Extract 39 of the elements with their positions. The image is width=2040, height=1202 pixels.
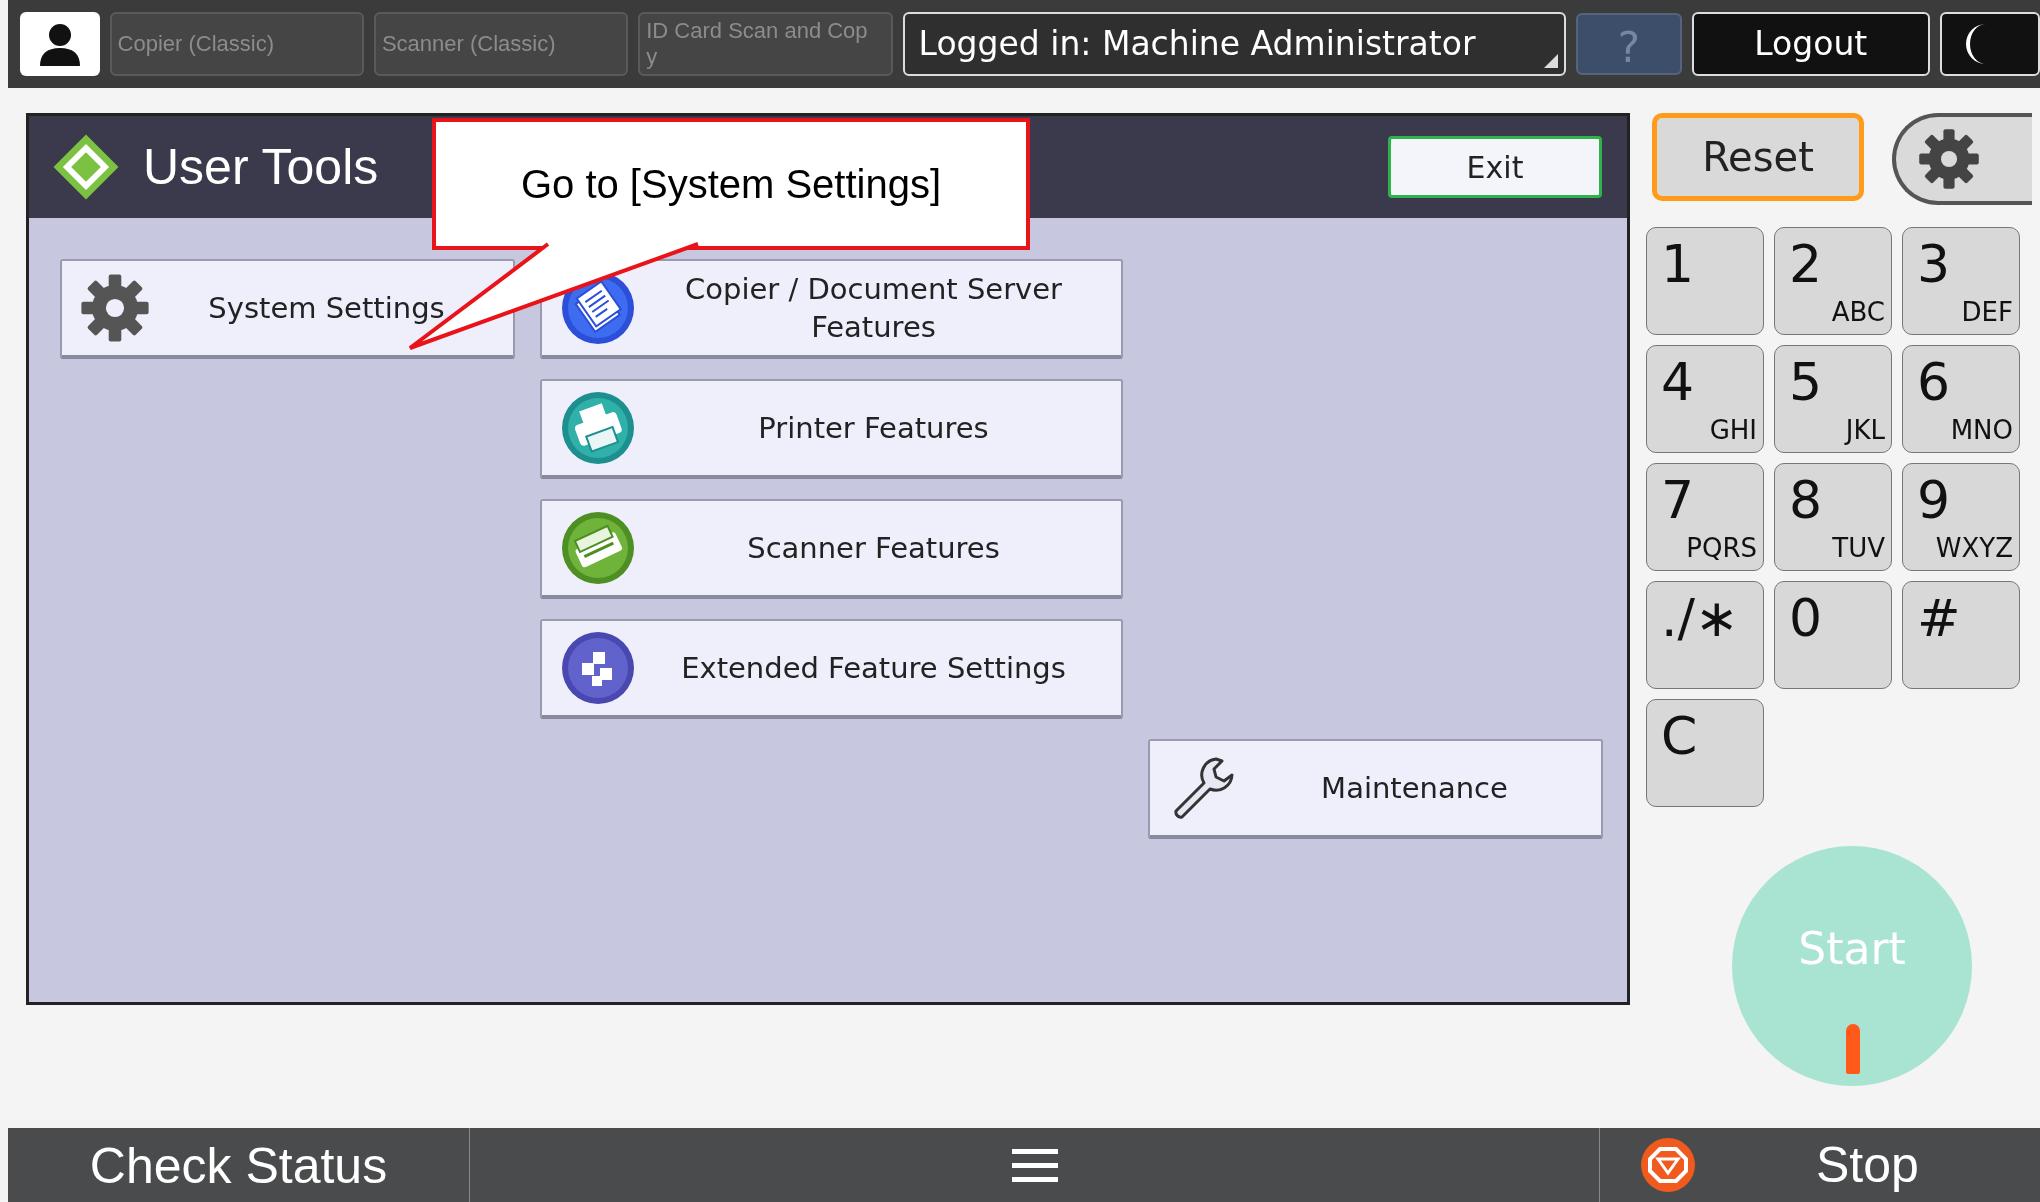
energy-saver-button[interactable] bbox=[1940, 12, 2040, 76]
feature-button[interactable]: Maintenance bbox=[1148, 739, 1603, 839]
settings-icon bbox=[1918, 128, 1980, 190]
scanner-icon bbox=[560, 510, 636, 586]
user-button[interactable] bbox=[20, 12, 100, 76]
keypad-key[interactable]: 8 TUV bbox=[1774, 463, 1892, 571]
keypad-key[interactable]: C bbox=[1646, 699, 1764, 807]
keypad-key[interactable]: 7 PQRS bbox=[1646, 463, 1764, 571]
panel-title: User Tools bbox=[143, 137, 379, 197]
dropdown-icon bbox=[1544, 54, 1559, 68]
keypad-key[interactable]: ./∗ bbox=[1646, 581, 1764, 689]
person-icon bbox=[37, 22, 82, 66]
menu-icon[interactable] bbox=[1011, 1149, 1058, 1182]
stop-button[interactable]: Stop bbox=[1600, 1128, 2040, 1202]
keypad-key[interactable]: 1 bbox=[1646, 227, 1764, 335]
stop-icon bbox=[1640, 1137, 1696, 1193]
keypad-key[interactable]: 0 bbox=[1774, 581, 1892, 689]
feature-button[interactable]: System Settings bbox=[60, 259, 515, 359]
check-status-button[interactable]: Check Status bbox=[8, 1128, 470, 1202]
start-indicator bbox=[1846, 1024, 1860, 1074]
feature-button[interactable]: Printer Features bbox=[540, 379, 1123, 479]
gear-icon bbox=[80, 273, 150, 343]
login-status[interactable]: Logged in: Machine Administrator bbox=[902, 12, 1567, 76]
blocks-icon bbox=[560, 630, 636, 706]
logout-button[interactable]: Logout bbox=[1691, 12, 1930, 76]
settings-button[interactable] bbox=[1892, 113, 2032, 205]
keypad-key[interactable]: 9 WXYZ bbox=[1902, 463, 2020, 571]
keypad-key[interactable]: 6 MNO bbox=[1902, 345, 2020, 453]
feature-button[interactable]: Extended Feature Settings bbox=[540, 619, 1123, 719]
keypad-key[interactable]: 2 ABC bbox=[1774, 227, 1892, 335]
keypad-key[interactable]: # bbox=[1902, 581, 2020, 689]
reset-button[interactable]: Reset bbox=[1652, 113, 1864, 201]
exit-button[interactable]: Exit bbox=[1388, 136, 1602, 198]
feature-button[interactable]: Scanner Features bbox=[540, 499, 1123, 599]
feature-button[interactable]: Copier / Document Server Features bbox=[540, 259, 1123, 359]
printer-icon bbox=[560, 390, 636, 466]
keypad-key[interactable]: 5 JKL bbox=[1774, 345, 1892, 453]
keypad-key[interactable]: 3 DEF bbox=[1902, 227, 2020, 335]
keypad-key[interactable]: 4 GHI bbox=[1646, 345, 1764, 453]
